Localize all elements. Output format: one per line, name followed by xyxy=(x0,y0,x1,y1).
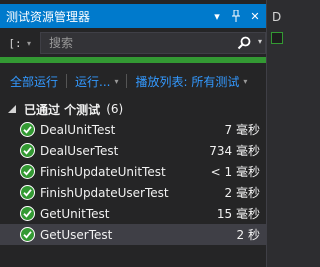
test-row[interactable]: DealUnitTest 7 毫秒 xyxy=(0,119,266,140)
playlist-link[interactable]: 播放列表: 所有测试 xyxy=(135,73,239,90)
run-all-link[interactable]: 全部运行 xyxy=(10,73,58,90)
test-row[interactable]: FinishUpdateUnitTest < 1 毫秒 xyxy=(0,161,266,182)
panel-title: 测试资源管理器 xyxy=(6,9,91,24)
adjacent-panel-title: D xyxy=(272,10,282,24)
chevron-down-icon: ▾ xyxy=(27,38,32,48)
test-row[interactable]: GetUserTest 2 秒 xyxy=(0,224,266,245)
action-bar: 全部运行 运行... ▾ 播放列表: 所有测试 ▾ xyxy=(0,72,266,90)
search-input[interactable] xyxy=(41,36,221,50)
panel-title-bar: 测试资源管理器 ▾ ✕ xyxy=(0,4,266,28)
test-row[interactable]: DealUserTest 734 毫秒 xyxy=(0,140,266,161)
test-row[interactable]: GetUnitTest 15 毫秒 xyxy=(0,203,266,224)
passed-check-icon xyxy=(20,122,35,137)
adjacent-panel-icon xyxy=(271,32,283,44)
test-list: DealUnitTest 7 毫秒 DealUserTest 734 毫秒 Finish… xyxy=(0,119,266,245)
divider xyxy=(66,74,68,88)
chevron-down-icon[interactable]: ▾ xyxy=(114,77,118,86)
chevron-down-icon[interactable]: ▾ xyxy=(243,77,247,86)
test-name: GetUserTest xyxy=(40,227,113,242)
test-duration: 734 毫秒 xyxy=(209,144,260,158)
chevron-down-icon[interactable]: ▾ xyxy=(258,37,262,46)
test-explorer-panel: 测试资源管理器 ▾ ✕ [: ▾ ▾ 全部运行 运行... ▾ 播放列表: 所有… xyxy=(0,0,266,267)
pin-icon[interactable] xyxy=(228,7,244,25)
run-link[interactable]: 运行... xyxy=(75,73,110,90)
group-by-icon: [: xyxy=(8,36,22,50)
group-count: (6) xyxy=(106,102,124,116)
test-duration: 15 毫秒 xyxy=(216,207,260,221)
close-icon[interactable]: ✕ xyxy=(247,7,263,25)
chevron-down-icon[interactable]: ▾ xyxy=(209,7,225,25)
test-progress-bar xyxy=(0,57,266,63)
group-title: 已通过 个测试 xyxy=(24,102,101,117)
group-by-button[interactable]: [: ▾ xyxy=(0,32,44,54)
test-duration: 2 秒 xyxy=(236,228,260,242)
passed-check-icon xyxy=(20,164,35,179)
passed-check-icon xyxy=(20,143,35,158)
passed-check-icon xyxy=(20,185,35,200)
test-row[interactable]: FinishUpdateUserTest 2 毫秒 xyxy=(0,182,266,203)
toolbar: [: ▾ ▾ xyxy=(0,32,266,54)
test-duration: < 1 毫秒 xyxy=(210,165,260,179)
adjacent-panel-edge: D xyxy=(266,0,284,267)
search-box[interactable]: ▾ xyxy=(40,32,266,54)
passed-check-icon xyxy=(20,206,35,221)
test-duration: 2 毫秒 xyxy=(224,186,260,200)
passed-check-icon xyxy=(20,227,35,242)
test-duration: 7 毫秒 xyxy=(224,123,260,137)
divider xyxy=(126,74,128,88)
search-icon[interactable] xyxy=(237,36,251,50)
passed-group-header[interactable]: 已通过 个测试 (6) xyxy=(0,100,266,118)
expand-triangle-icon[interactable] xyxy=(8,105,16,113)
